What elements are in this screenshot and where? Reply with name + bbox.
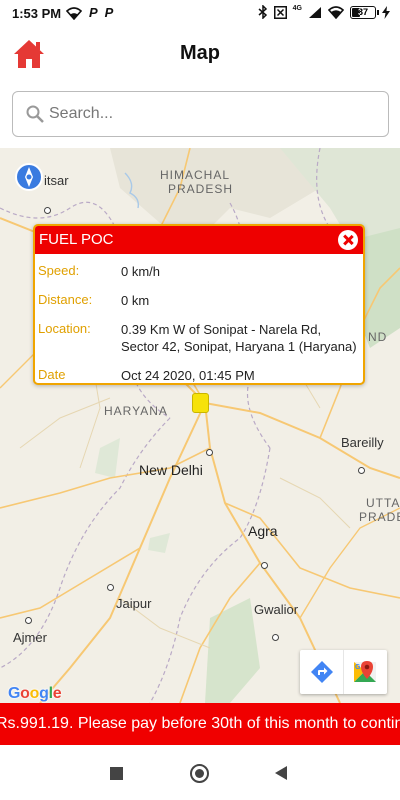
map-label-agra: Agra [248, 523, 278, 539]
info-key: Distance: [38, 292, 93, 307]
recents-icon[interactable] [110, 767, 123, 780]
search-box[interactable] [12, 91, 389, 137]
map-label-nd: ND [368, 330, 388, 344]
payment-reminder-banner: Rs.991.19. Please pay before 30th of thi… [0, 703, 400, 745]
compass-icon[interactable] [14, 162, 44, 192]
map-label-himachal: HIMACHAL [160, 168, 231, 182]
info-window: FUEL POC Speed: 0 km/h Distance: 0 km Lo… [33, 224, 365, 385]
map-label-pradesh: PRADESH [168, 182, 234, 196]
wifi-icon [328, 6, 344, 19]
google-maps-icon: G [354, 661, 376, 682]
directions-icon [310, 661, 333, 683]
map-city-dot [272, 634, 279, 641]
map-label-uttar: UTTAR [366, 496, 400, 510]
charging-icon [382, 5, 390, 19]
app-header: Map [0, 28, 400, 80]
network-badge: 4G [292, 4, 302, 12]
info-key: Speed: [38, 263, 80, 278]
battery-icon: 37 [350, 5, 379, 19]
map-city-dot [44, 207, 51, 214]
map-label-ajmer: Ajmer [13, 630, 47, 645]
map-label-bareilly: Bareilly [341, 435, 384, 450]
info-value: 0 km [121, 293, 150, 308]
signal-icon [309, 6, 321, 18]
search-input[interactable] [49, 105, 369, 123]
info-value: 0 km/h [121, 264, 161, 279]
map-city-dot [206, 449, 213, 456]
map-city-dot [25, 617, 32, 624]
info-window-header: FUEL POC [35, 226, 363, 254]
close-box-icon [273, 5, 287, 19]
back-icon[interactable] [275, 766, 287, 780]
info-window-title: FUEL POC [39, 231, 114, 248]
vehicle-marker-icon[interactable] [192, 393, 209, 413]
page-title: Map [180, 42, 220, 64]
google-logo: Google [8, 685, 62, 702]
map-toolbar: G [300, 650, 387, 694]
search-icon [26, 105, 44, 123]
info-value: 0.39 Km W of Sonipat - Narela Rd, Sector… [121, 322, 357, 354]
map-label-pradesh-2: PRADES [359, 510, 400, 524]
map-label-new-delhi: New Delhi [139, 462, 203, 478]
map-city-dot [261, 562, 268, 569]
close-icon[interactable] [338, 230, 358, 250]
map-label-city: itsar [44, 173, 69, 188]
directions-button[interactable] [300, 650, 343, 694]
battery-level: 37 [357, 6, 368, 17]
p-icon: P [89, 5, 98, 20]
info-key: Date [38, 367, 66, 382]
map-label-jaipur: Jaipur [116, 596, 152, 611]
p-icon: P [104, 5, 114, 20]
home-circle-icon[interactable] [190, 764, 209, 783]
status-right-icons: 4G 37 [258, 5, 390, 19]
info-value: Oct 24 2020, 01:45 PM [121, 368, 255, 383]
status-time: 1:53 PM [12, 6, 62, 21]
status-bar: 1:53 PM P P 4G 37 [0, 0, 400, 28]
screen: 1:53 PM P P 4G 37 Map Search... HIMACHAL… [0, 0, 400, 800]
status-left-icons: P P [66, 5, 113, 20]
map-label-gwalior: Gwalior [254, 602, 299, 617]
map-city-dot [107, 584, 114, 591]
map-city-dot [358, 467, 365, 474]
bluetooth-icon [258, 5, 267, 19]
banner-text: Rs.991.19. Please pay before 30th of thi… [0, 715, 400, 732]
system-nav-bar [0, 745, 400, 800]
open-google-maps-button[interactable]: G [343, 650, 386, 694]
info-key: Location: [38, 321, 91, 336]
svg-text:G: G [355, 664, 361, 671]
wifi-icon [66, 6, 82, 20]
map-label-haryana: HARYANA [104, 404, 168, 418]
